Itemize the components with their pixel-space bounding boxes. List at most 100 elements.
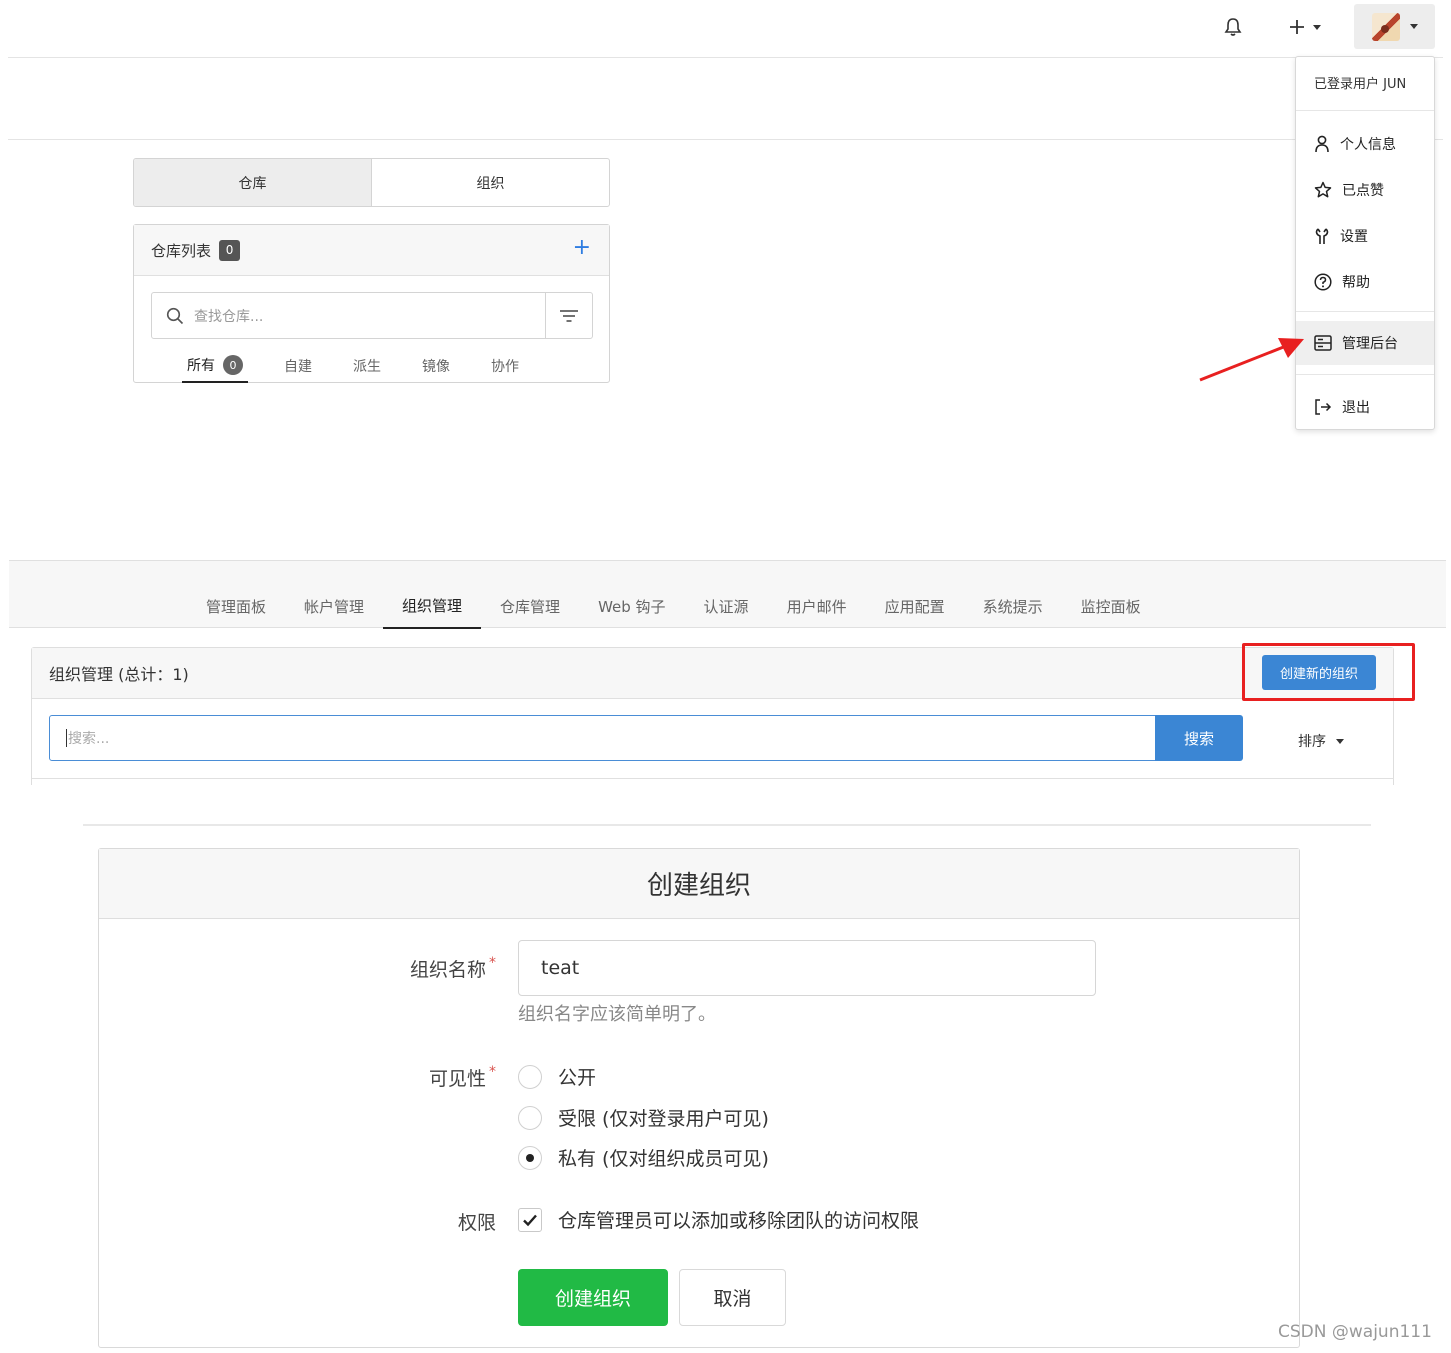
org-name-input[interactable]: teat bbox=[518, 940, 1096, 996]
admin-tab-organizations[interactable]: 组织管理 bbox=[383, 561, 482, 629]
server-icon bbox=[1314, 335, 1332, 351]
bell-icon[interactable] bbox=[1220, 14, 1246, 40]
filter-tab-owned[interactable]: 自建 bbox=[279, 349, 317, 383]
annotation-arrow bbox=[1199, 338, 1304, 382]
org-search-input[interactable]: 搜索... bbox=[49, 715, 1156, 761]
admin-tab-auth-sources[interactable]: 认证源 bbox=[685, 561, 768, 629]
filter-tab-label: 所有 bbox=[187, 358, 215, 374]
user-menu-button[interactable] bbox=[1354, 4, 1435, 49]
admin-tab-monitor[interactable]: 监控面板 bbox=[1062, 561, 1160, 629]
admin-tab-user-emails[interactable]: 用户邮件 bbox=[768, 561, 866, 629]
create-new-menu[interactable] bbox=[1282, 14, 1328, 40]
section-divider bbox=[83, 824, 1371, 826]
wrench-icon bbox=[1315, 228, 1329, 244]
menu-item-label: 个人信息 bbox=[1340, 137, 1396, 153]
radio-label: 私有 (仅对组织成员可见) bbox=[558, 1148, 769, 1170]
radio-label: 受限 (仅对登录用户可见) bbox=[558, 1108, 769, 1130]
org-name-label: 组织名称 * bbox=[409, 955, 496, 981]
admin-tab-dashboard[interactable]: 管理面板 bbox=[187, 561, 285, 629]
filter-icon bbox=[560, 309, 578, 322]
filter-button[interactable] bbox=[545, 293, 592, 338]
admin-tab-config[interactable]: 应用配置 bbox=[866, 561, 964, 629]
org-search-placeholder: 搜索... bbox=[68, 731, 110, 747]
create-org-submit-button[interactable]: 创建组织 bbox=[518, 1269, 668, 1326]
visibility-label: 可见性 * bbox=[428, 1064, 496, 1090]
tab-organizations[interactable]: 组织 bbox=[372, 159, 609, 206]
menu-item-settings[interactable]: 设置 bbox=[1296, 214, 1434, 258]
permission-checkbox[interactable] bbox=[518, 1207, 542, 1232]
menu-divider bbox=[1296, 110, 1434, 111]
add-repo-icon[interactable]: + bbox=[573, 235, 591, 260]
visibility-option-public[interactable]: 公开 bbox=[518, 1063, 596, 1090]
annotation-highlight-box bbox=[1242, 643, 1415, 701]
question-circle-icon bbox=[1314, 273, 1332, 291]
radio-label: 公开 bbox=[558, 1067, 597, 1089]
org-name-help-text: 组织名字应该简单明了。 bbox=[518, 1004, 716, 1025]
radio-private[interactable] bbox=[518, 1145, 542, 1170]
star-icon bbox=[1314, 181, 1332, 198]
menu-item-label: 管理后台 bbox=[1342, 336, 1398, 352]
user-icon bbox=[1315, 135, 1329, 153]
org-panel-divider bbox=[32, 778, 1394, 779]
filter-tab-collaborative[interactable]: 协作 bbox=[486, 349, 524, 383]
user-dropdown-menu: 已登录用户 JUN 个人信息 已点赞 设置 帮助 管理后台 退出 bbox=[1295, 56, 1435, 430]
menu-divider bbox=[1296, 311, 1434, 312]
repo-count-badge: 0 bbox=[219, 239, 241, 261]
permission-checkbox-label: 仓库管理员可以添加或移除团队的访问权限 bbox=[558, 1210, 920, 1232]
chevron-down-icon bbox=[1336, 738, 1344, 744]
menu-item-profile[interactable]: 个人信息 bbox=[1296, 122, 1434, 166]
search-icon bbox=[166, 307, 184, 324]
filter-tab-forks[interactable]: 派生 bbox=[348, 349, 386, 383]
plus-icon bbox=[1290, 20, 1304, 34]
visibility-option-private[interactable]: 私有 (仅对组织成员可见) bbox=[518, 1144, 769, 1171]
header-divider bbox=[8, 139, 1443, 140]
org-management-header: 组织管理 (总计：1) bbox=[32, 648, 1393, 699]
cancel-button[interactable]: 取消 bbox=[679, 1269, 786, 1326]
avatar bbox=[1371, 12, 1400, 41]
menu-item-site-admin[interactable]: 管理后台 bbox=[1296, 321, 1434, 365]
menu-item-label: 帮助 bbox=[1342, 275, 1370, 291]
filter-tab-all[interactable]: 所有 0 bbox=[182, 349, 248, 383]
checkmark-icon bbox=[523, 1214, 537, 1226]
repo-list-header: 仓库列表 0 + bbox=[134, 225, 609, 276]
radio-selected-dot bbox=[526, 1153, 534, 1162]
sign-out-icon bbox=[1315, 399, 1332, 415]
admin-tabs: 管理面板 帐户管理 组织管理 仓库管理 Web 钩子 认证源 用户邮件 应用配置… bbox=[187, 561, 1160, 629]
menu-item-sign-out[interactable]: 退出 bbox=[1296, 385, 1434, 429]
admin-nav-bar: 管理面板 帐户管理 组织管理 仓库管理 Web 钩子 认证源 用户邮件 应用配置… bbox=[9, 560, 1446, 629]
menu-divider bbox=[1296, 374, 1434, 375]
repo-search-input[interactable]: 查找仓库... bbox=[194, 306, 263, 326]
repo-list-title: 仓库列表 bbox=[151, 241, 212, 260]
menu-item-label: 退出 bbox=[1342, 400, 1370, 416]
watermark: CSDN @wajun111 bbox=[1278, 1322, 1432, 1342]
admin-tab-webhooks[interactable]: Web 钩子 bbox=[579, 561, 684, 629]
repo-filter-tabs: 所有 0 自建 派生 镜像 协作 bbox=[182, 349, 555, 383]
sort-label: 排序 bbox=[1298, 734, 1326, 750]
admin-tab-repositories[interactable]: 仓库管理 bbox=[481, 561, 579, 629]
permission-label: 权限 bbox=[457, 1212, 496, 1234]
tab-repositories[interactable]: 仓库 bbox=[134, 159, 372, 206]
navbar-divider bbox=[8, 57, 1443, 58]
chevron-down-icon bbox=[1409, 24, 1418, 29]
radio-limited[interactable] bbox=[518, 1105, 542, 1130]
sort-dropdown[interactable]: 排序 bbox=[1298, 731, 1344, 751]
menu-item-starred[interactable]: 已点赞 bbox=[1296, 168, 1434, 212]
admin-tab-users[interactable]: 帐户管理 bbox=[285, 561, 383, 629]
dashboard-tabs: 仓库 组织 bbox=[133, 158, 610, 207]
radio-public[interactable] bbox=[518, 1064, 542, 1089]
menu-item-label: 已点赞 bbox=[1342, 183, 1384, 199]
menu-item-label: 设置 bbox=[1340, 229, 1368, 245]
signed-in-as-label: 已登录用户 JUN bbox=[1314, 77, 1407, 92]
repo-list-panel: 仓库列表 0 + 查找仓库... 所有 0 自建 派生 镜像 协作 bbox=[133, 224, 610, 383]
visibility-option-limited[interactable]: 受限 (仅对登录用户可见) bbox=[518, 1104, 769, 1131]
chevron-down-icon bbox=[1313, 24, 1321, 30]
filter-tab-mirrors[interactable]: 镜像 bbox=[417, 349, 455, 383]
search-button[interactable]: 搜索 bbox=[1155, 715, 1243, 761]
form-title: 创建组织 bbox=[99, 849, 1299, 919]
text-cursor bbox=[66, 729, 67, 747]
filter-count-badge: 0 bbox=[223, 355, 243, 375]
repo-search-box[interactable]: 查找仓库... bbox=[151, 292, 593, 339]
menu-item-help[interactable]: 帮助 bbox=[1296, 260, 1434, 304]
permission-option[interactable]: 仓库管理员可以添加或移除团队的访问权限 bbox=[518, 1206, 919, 1233]
admin-tab-notices[interactable]: 系统提示 bbox=[964, 561, 1062, 629]
